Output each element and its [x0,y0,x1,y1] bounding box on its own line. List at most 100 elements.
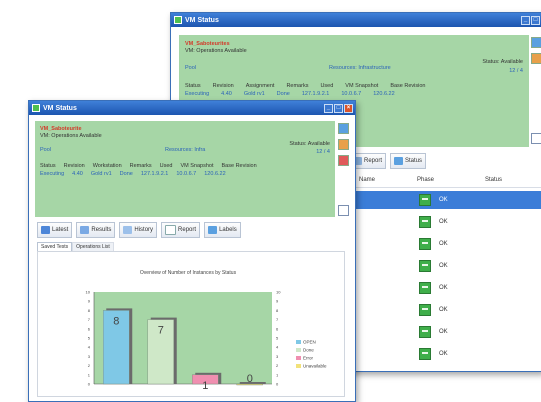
y2-tick-label: 5 [276,336,279,341]
close-button[interactable]: × [344,103,353,113]
tab-label: History [134,227,154,233]
tab-history[interactable]: History [119,222,158,238]
y-tick-label: 4 [88,345,91,350]
results-icon [80,226,90,234]
front-addr-right: Status: Available [289,141,330,147]
settings-icon[interactable] [531,53,541,64]
col-header: Remarks [129,163,152,169]
col-header: Revision [212,83,234,89]
status-ok-icon [419,216,431,228]
col-value: Executing [185,91,210,97]
y-tick-label: 10 [86,290,91,295]
y-tick-label: 6 [88,326,91,331]
front-addr-right2: 12 / 4 [316,149,330,155]
tab-labels[interactable]: Labels [204,222,241,238]
status-ok-icon [419,348,431,360]
col-header: Status [185,83,201,89]
front-tabbar: Latest Results History Report Labels [37,222,241,238]
tab-label: Labels [219,227,237,233]
col-value: 10.0.6.7 [176,171,197,177]
col-value: 10.0.6.7 [341,91,362,97]
y2-tick-label: 2 [276,363,279,368]
back-addr-right: Status: Available [482,59,523,65]
status-icon [394,157,404,165]
status-ok-icon [419,194,431,206]
row-status: OK [439,197,448,203]
y2-tick-label: 7 [276,317,279,322]
tab-results[interactable]: Results [76,222,116,238]
report-icon [165,225,177,235]
settings-icon[interactable] [338,139,349,150]
back-addr-right2: 12 / 4 [509,68,523,74]
col-header: Base Revision [390,83,426,89]
table-row[interactable]: OK [349,301,541,319]
back-grid: Name Phase Status OK OK OK OK OK OK OK O… [349,173,541,371]
bar-value-label: 8 [113,315,119,327]
back-vm-sub: VM: Operations Available [185,48,247,54]
col-value: 127.1.9.2.1 [140,171,169,177]
refresh-icon[interactable] [531,37,541,48]
maximize-button[interactable]: □ [334,103,343,113]
table-row[interactable]: OK [349,213,541,231]
y2-tick-label: 8 [276,308,279,313]
col-value: Done [276,91,290,97]
history-icon [123,226,133,234]
col-value: 127.1.9.2.1 [301,91,330,97]
grid-header: Name Phase Status [349,173,541,188]
row-status: OK [439,219,448,225]
legend-swatch [296,356,301,360]
col-header: Status [40,163,56,169]
table-row[interactable]: OK [349,235,541,253]
col-header: Revision [63,163,85,169]
y-tick-label: 1 [88,372,91,377]
minimize-button[interactable]: _ [521,15,530,25]
bar-value-label: 0 [247,373,253,385]
tab-label: Report [178,227,197,233]
back-window-title: VM Status [185,16,219,24]
table-row[interactable]: OK [349,323,541,341]
status-ok-icon [419,304,431,316]
chart-legend: OPEN Done Error Unavailable [296,340,327,369]
table-row[interactable]: OK [349,279,541,297]
col-header: Base Revision [221,163,257,169]
y2-tick-label: 9 [276,299,279,304]
front-window-titlebar[interactable]: VM Status _ □ × [29,101,355,115]
subtab-label: Saved Tests [41,244,69,250]
export-icon[interactable] [531,133,541,144]
back-vm-name: VM_Saboteurites [185,41,230,47]
y-tick-label: 0 [88,382,91,387]
front-window: VM Status _ □ × VM_Saboteurite VM: Opera… [28,100,356,402]
col-value: 120.6.22 [373,91,395,97]
delete-icon[interactable] [338,155,349,166]
legend-swatch [296,340,301,344]
back-addr-mid: Resources: Infrastructure [329,65,391,71]
col-header: Used [320,83,334,89]
tab-label: Latest [52,227,69,233]
tab-report[interactable]: Report [161,222,201,238]
y-tick-label: 8 [88,308,91,313]
table-row[interactable]: OK [349,191,541,209]
latest-icon [41,226,50,234]
tab-label: Results [91,227,112,233]
minimize-button[interactable]: _ [324,103,333,113]
front-addr-left: Pool [40,147,52,153]
tab-latest[interactable]: Latest [37,222,73,238]
subtab-saved-tests[interactable]: Saved Tests [37,242,73,251]
col-value: Gold rv1 [90,171,112,177]
row-status: OK [439,307,448,313]
col-header: VM Snapshot [345,83,379,89]
subtab-operations[interactable]: Operations List [72,242,114,251]
back-info-columns: Status Revision Assignment Remarks Used … [185,83,426,90]
table-row[interactable]: OK [349,345,541,363]
y2-tick-label: 6 [276,326,279,331]
maximize-button[interactable]: □ [531,15,540,25]
chart-area: Overview of Number of Instances by Statu… [37,251,345,397]
tab-status[interactable]: Status [390,153,427,169]
refresh-icon[interactable] [338,123,349,134]
back-window-titlebar[interactable]: VM Status _ □ [171,13,541,27]
grid-header-phase: Phase [417,177,435,183]
table-row[interactable]: OK [349,257,541,275]
y2-tick-label: 10 [276,290,281,295]
y2-tick-label: 0 [276,382,279,387]
export-icon[interactable] [338,205,349,216]
